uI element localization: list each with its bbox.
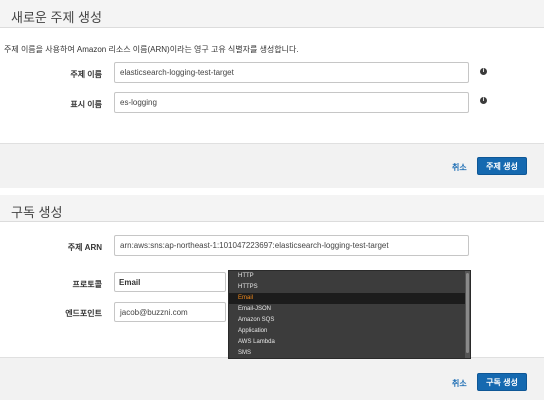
topic-panel-title: 새로운 주제 생성 [11,10,102,25]
topic-panel-header: 새로운 주제 생성 [0,0,544,28]
subscription-panel-title: 구독 생성 [11,205,63,220]
topic-name-value: elasticsearch-logging-test-target [120,68,234,77]
endpoint-label: 엔드포인트 [65,309,102,318]
protocol-option[interactable]: HTTPS [229,282,470,293]
topic-arn-value: arn:aws:sns:ap-northeast-1:101047223697:… [120,241,389,250]
display-name-label: 표시 이름 [70,100,102,109]
display-name-value: es-logging [120,98,157,107]
protocol-dropdown-list[interactable]: HTTP HTTPS Email Email-JSON Amazon SQS A… [228,270,471,359]
dropdown-scrollbar-thumb[interactable] [466,273,469,353]
subscription-panel-header: 구독 생성 [0,195,544,222]
protocol-option[interactable]: AWS Lambda [229,337,470,348]
protocol-option-selected[interactable]: Email [229,293,470,304]
protocol-select[interactable]: Email [114,272,226,292]
topic-name-label: 주제 이름 [70,70,102,79]
display-name-input[interactable]: es-logging [114,92,469,113]
topic-arn-input[interactable]: arn:aws:sns:ap-northeast-1:101047223697:… [114,235,469,256]
display-name-info-icon[interactable]: i [480,97,487,104]
protocol-label: 프로토콜 [72,280,102,289]
protocol-option[interactable]: Application [229,326,470,337]
protocol-select-value: Email [119,277,141,287]
protocol-option[interactable]: SMS [229,348,470,359]
create-subscription-button[interactable]: 구독 생성 [477,373,527,391]
topic-panel-footer: 취소 주제 생성 [0,143,544,188]
create-topic-button[interactable]: 주제 생성 [477,157,527,175]
subscription-panel-footer: 취소 구독 생성 [0,357,544,400]
dropdown-scrollbar[interactable] [465,271,470,358]
topic-description: 주제 이름을 사용하여 Amazon 리소스 이름(ARN)이라는 영구 고유 … [4,45,299,54]
protocol-option[interactable]: Email-JSON [229,304,470,315]
topic-cancel-link[interactable]: 취소 [452,162,467,173]
topic-name-info-icon[interactable]: i [480,68,487,75]
endpoint-value: jacob@buzzni.com [120,307,188,317]
protocol-option[interactable]: HTTP [229,271,470,282]
protocol-option[interactable]: Amazon SQS [229,315,470,326]
topic-name-input[interactable]: elasticsearch-logging-test-target [114,62,469,83]
endpoint-input[interactable]: jacob@buzzni.com [114,302,226,322]
topic-arn-label: 주제 ARN [67,243,102,252]
protocol-options: HTTP HTTPS Email Email-JSON Amazon SQS A… [229,271,470,359]
subscription-cancel-link[interactable]: 취소 [452,378,467,389]
